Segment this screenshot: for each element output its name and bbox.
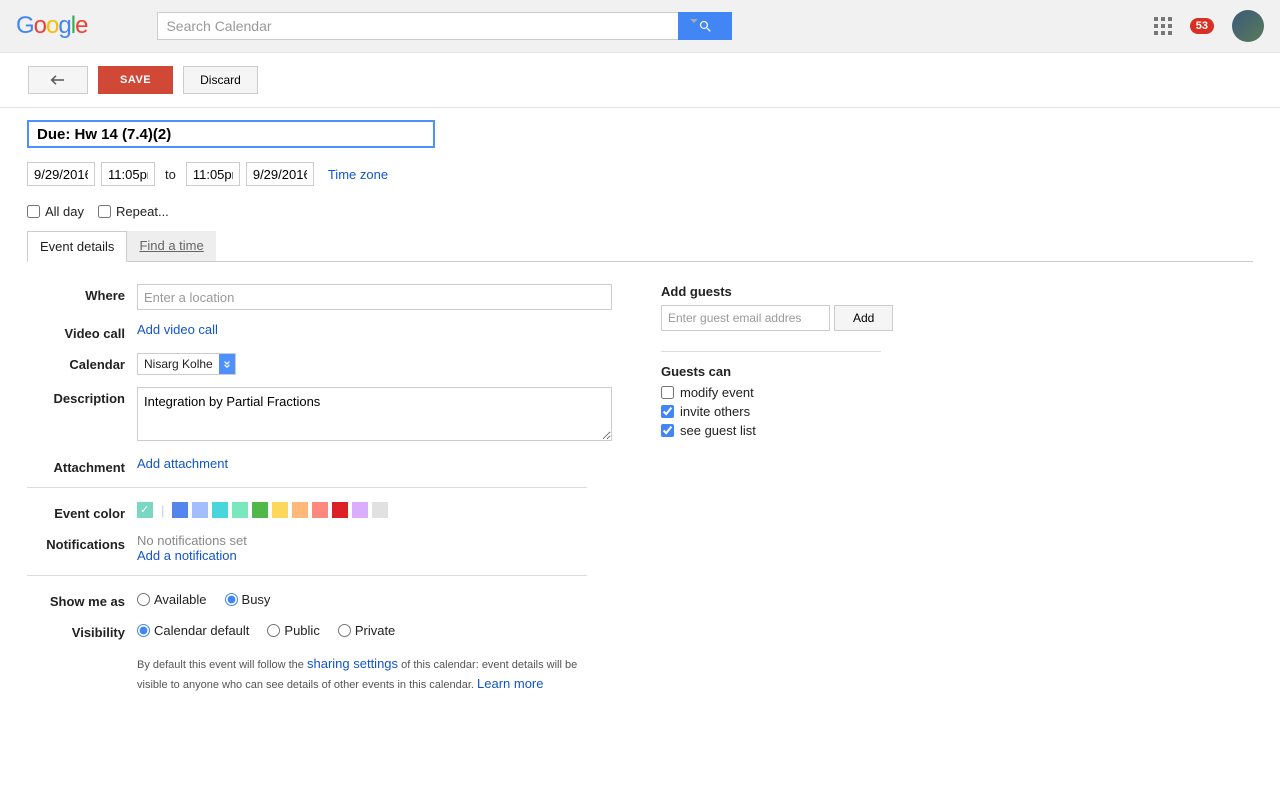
color-swatch[interactable]	[252, 502, 268, 518]
search-dropdown-icon[interactable]	[690, 19, 698, 23]
sharing-settings-link[interactable]: sharing settings	[307, 656, 398, 671]
vis-private-radio[interactable]: Private	[338, 623, 395, 638]
color-swatch[interactable]	[192, 502, 208, 518]
all-day-checkbox[interactable]: All day	[27, 204, 84, 219]
divider: |	[161, 503, 164, 518]
discard-button[interactable]: Discard	[183, 66, 258, 94]
invite-others-label: invite others	[680, 404, 750, 419]
available-radio[interactable]: Available	[137, 592, 207, 607]
select-arrow-icon	[219, 354, 235, 374]
color-swatch[interactable]	[232, 502, 248, 518]
tab-event-details[interactable]: Event details	[27, 231, 127, 262]
end-date-input[interactable]	[246, 162, 314, 186]
end-time-input[interactable]	[186, 162, 240, 186]
guests-can-title: Guests can	[661, 364, 881, 379]
tabs: Event details Find a time	[27, 231, 1253, 262]
color-swatch[interactable]	[312, 502, 328, 518]
start-date-input[interactable]	[27, 162, 95, 186]
timezone-link[interactable]: Time zone	[328, 167, 388, 182]
event-title-input[interactable]	[27, 120, 435, 148]
form-area: Where Video call Add video call Calendar…	[27, 284, 1253, 693]
color-swatch[interactable]	[332, 502, 348, 518]
color-swatch[interactable]	[272, 502, 288, 518]
repeat-label: Repeat...	[116, 204, 169, 219]
modify-event-label: modify event	[680, 385, 754, 400]
calendar-value: Nisarg Kolhe	[138, 357, 219, 371]
datetime-row: to Time zone	[27, 162, 1253, 186]
options-row: All day Repeat...	[27, 204, 1253, 219]
notifications-badge[interactable]: 53	[1190, 18, 1214, 34]
divider	[661, 351, 881, 352]
start-time-input[interactable]	[101, 162, 155, 186]
color-swatch[interactable]	[292, 502, 308, 518]
color-swatch[interactable]	[352, 502, 368, 518]
search-box	[157, 12, 732, 40]
divider	[27, 575, 587, 576]
save-button[interactable]: SAVE	[98, 66, 173, 94]
vis-private-label: Private	[355, 623, 395, 638]
color-swatch[interactable]	[137, 502, 153, 518]
vis-public-radio[interactable]: Public	[267, 623, 319, 638]
add-attachment-link[interactable]: Add attachment	[137, 456, 228, 471]
all-day-label: All day	[45, 204, 84, 219]
color-label: Event color	[27, 502, 137, 521]
repeat-checkbox[interactable]: Repeat...	[98, 204, 169, 219]
tab-find-time[interactable]: Find a time	[127, 231, 215, 261]
learn-more-link[interactable]: Learn more	[477, 676, 543, 691]
invite-others-checkbox[interactable]: invite others	[661, 404, 881, 419]
see-guest-list-checkbox[interactable]: see guest list	[661, 423, 881, 438]
visibility-label: Visibility	[27, 621, 137, 640]
search-input[interactable]	[157, 12, 678, 40]
to-label: to	[165, 167, 176, 182]
color-swatch[interactable]	[212, 502, 228, 518]
back-arrow-icon	[49, 74, 67, 86]
where-label: Where	[27, 284, 137, 310]
app-header: Google 53	[0, 0, 1280, 53]
color-swatches: |	[137, 502, 613, 518]
avatar[interactable]	[1232, 10, 1264, 42]
video-call-label: Video call	[27, 322, 137, 341]
attachment-label: Attachment	[27, 456, 137, 475]
guest-email-input[interactable]	[661, 305, 830, 331]
where-input[interactable]	[137, 284, 612, 310]
right-column: Add guests Add Guests can modify event i…	[661, 284, 881, 693]
notifications-label: Notifications	[27, 533, 137, 563]
add-notification-link[interactable]: Add a notification	[137, 548, 613, 563]
left-column: Where Video call Add video call Calendar…	[27, 284, 613, 693]
back-button[interactable]	[28, 66, 88, 94]
vis-public-label: Public	[284, 623, 319, 638]
color-swatch[interactable]	[372, 502, 388, 518]
header-right: 53	[1154, 10, 1264, 42]
google-logo[interactable]: Google	[16, 12, 87, 40]
see-guest-list-label: see guest list	[680, 423, 756, 438]
add-guests-title: Add guests	[661, 284, 881, 299]
color-swatch[interactable]	[172, 502, 188, 518]
busy-radio[interactable]: Busy	[225, 592, 271, 607]
description-label: Description	[27, 387, 137, 444]
add-video-call-link[interactable]: Add video call	[137, 322, 218, 337]
search-icon	[698, 19, 713, 34]
visibility-footnote: By default this event will follow the sh…	[137, 654, 597, 693]
description-textarea[interactable]: Integration by Partial Fractions	[137, 387, 612, 441]
showas-label: Show me as	[27, 590, 137, 609]
vis-default-label: Calendar default	[154, 623, 249, 638]
divider	[27, 487, 587, 488]
vis-default-radio[interactable]: Calendar default	[137, 623, 249, 638]
busy-label: Busy	[242, 592, 271, 607]
apps-icon[interactable]	[1154, 17, 1172, 35]
add-guest-button[interactable]: Add	[834, 305, 893, 331]
content: to Time zone All day Repeat... Event det…	[0, 108, 1280, 705]
available-label: Available	[154, 592, 207, 607]
calendar-label: Calendar	[27, 353, 137, 375]
no-notifications-text: No notifications set	[137, 533, 613, 548]
modify-event-checkbox[interactable]: modify event	[661, 385, 881, 400]
search-button[interactable]	[678, 12, 732, 40]
calendar-select[interactable]: Nisarg Kolhe	[137, 353, 236, 375]
action-bar: SAVE Discard	[0, 53, 1280, 108]
